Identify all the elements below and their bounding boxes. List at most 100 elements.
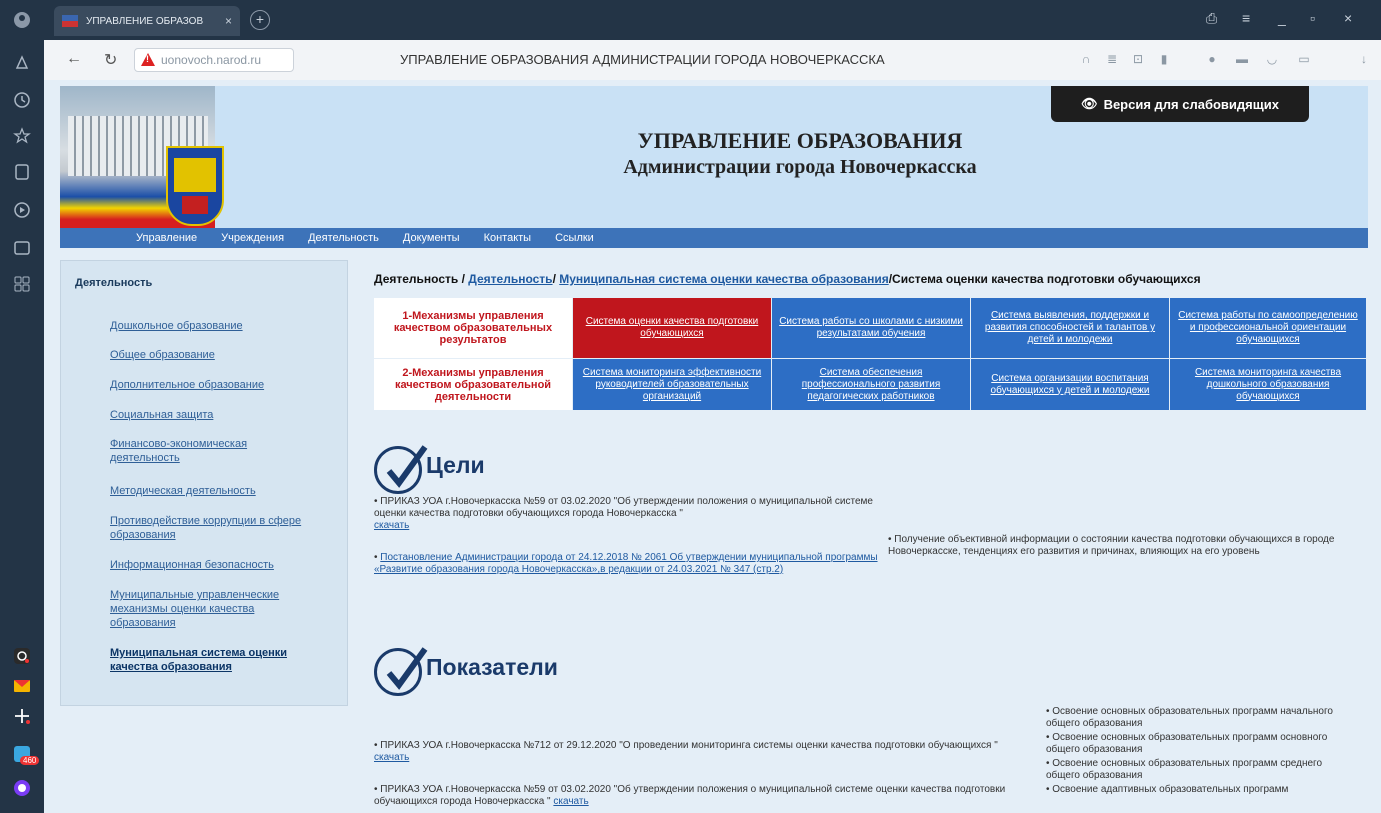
site-header: УПРАВЛЕНИЕ ОБРАЗОВАНИЯ Администрации гор… [60,86,1368,228]
site-favicon-icon [62,15,78,27]
site-title: УПРАВЛЕНИЕ ОБРАЗОВАНИЯ [637,128,963,153]
reload-icon[interactable]: ↻ [104,50,117,70]
indicators-right-4: • Освоение адаптивных образовательных пр… [1046,784,1289,795]
bell-icon[interactable] [10,52,34,76]
row2-label: 2-Механизмы управления качеством образов… [374,359,572,410]
low-vision-label: Версия для слабовидящих [1103,96,1279,112]
new-tab-button[interactable]: + [250,10,270,30]
bookmark-icon[interactable]: ▮ [1156,52,1172,68]
nav-item-institutions[interactable]: Учреждения [221,232,284,244]
breadcrumb-root: Деятельность / [374,272,469,286]
extension-2-icon[interactable]: ▬ [1234,52,1250,68]
sidebar-item-general[interactable]: Общее образование [110,348,330,362]
nav-item-links[interactable]: Ссылки [555,232,594,244]
grid-cell-r1c3[interactable]: Система выявления, поддержки и развития … [971,298,1169,358]
left-panel-heading: Деятельность [75,277,153,289]
main-content: Деятельность / Деятельность/ Муниципальн… [360,260,1368,813]
apps-grid-icon[interactable] [10,272,34,296]
main-nav: Управление Учреждения Деятельность Докум… [60,228,1368,248]
indicators-right-3: • Освоение основных образовательных прог… [1046,758,1323,781]
add-panel-icon[interactable] [10,704,34,728]
profile-icon[interactable] [10,8,34,32]
indicators-item-2-download-link[interactable]: скачать [553,796,588,807]
url-text: uonovoch.narod.ru [161,53,262,67]
grid-cell-r1c1[interactable]: Система оценки качества подготовки обуча… [573,298,771,358]
goals-item-1: • ПРИКАЗ УОА г.Новочеркасска №59 от 03.0… [374,496,894,532]
close-window-icon[interactable]: × [1344,10,1352,26]
sidebar-item-social[interactable]: Социальная защита [110,408,330,422]
bookmark-window-icon[interactable]: ⎙ [1206,10,1217,27]
page-viewport: УПРАВЛЕНИЕ ОБРАЗОВАНИЯ Администрации гор… [44,80,1381,813]
download-icon[interactable]: ↓ [1356,52,1372,68]
indicators-item-1: • ПРИКАЗ УОА г.Новочеркасска №712 от 29.… [374,740,1014,764]
warning-icon[interactable] [141,53,155,67]
breadcrumb-link-msoko[interactable]: Муниципальная система оценки качества об… [559,272,888,286]
sidebar-item-infosec[interactable]: Информационная безопасность [110,558,330,572]
checkmark-icon [374,445,428,494]
goals-item-2-link[interactable]: Постановление Администрации города от 24… [374,552,878,575]
goals-right-text: • Получение объективной информации о сос… [888,534,1335,557]
nav-item-contacts[interactable]: Контакты [484,232,532,244]
checkmark-icon [374,647,428,696]
address-bar-row: ← ↻ uonovoch.narod.ru УПРАВЛЕНИЕ ОБРАЗОВ… [44,40,1381,80]
back-icon[interactable]: ← [66,50,82,68]
row1-label: 1-Механизмы управления качеством образов… [374,298,572,358]
extension-3-icon[interactable]: ◡ [1264,52,1280,68]
nav-item-documents[interactable]: Документы [403,232,460,244]
sidebar-item-msoko[interactable]: Муниципальная система оценки качества об… [110,646,330,674]
grid-cell-r2c2[interactable]: Система обеспечения профессионального ра… [772,359,970,410]
history-icon[interactable] [10,88,34,112]
messenger-icon[interactable]: 460 [10,742,40,766]
indicators-right-1: • Освоение основных образовательных прог… [1046,706,1333,729]
notes-icon[interactable] [10,160,34,184]
sidebar-item-finance[interactable]: Финансово-экономическая деятельность [110,437,300,465]
grid-cell-r1c4[interactable]: Система работы по самоопределению и проф… [1170,298,1366,358]
extension-1-icon[interactable]: ● [1204,52,1220,68]
indicators-item-2: • ПРИКАЗ УОА г.Новочеркасска №59 от 03.0… [374,784,1044,808]
indicators-item-2-text: • ПРИКАЗ УОА г.Новочеркасска №59 от 03.0… [374,784,1006,807]
breadcrumb: Деятельность / Деятельность/ Муниципальн… [374,272,1201,286]
tab-strip: УПРАВЛЕНИЕ ОБРАЗОВ × + ⎙ ≡ _ ▫ × [44,0,1381,40]
browser-sidebar: 460 [0,0,44,813]
grid-cell-r2c1[interactable]: Система мониторинга эффективности руково… [573,359,771,410]
screenshot-icon[interactable] [10,236,34,260]
sidebar-item-anticorruption[interactable]: Противодействие коррупции в сфере образо… [110,514,330,542]
nav-item-activity[interactable]: Деятельность [308,232,379,244]
sidebar-item-mechanisms[interactable]: Муниципальные управленческие механизмы о… [110,588,310,630]
star-icon[interactable] [10,124,34,148]
low-vision-button[interactable]: 👁 Версия для слабовидящих [1051,86,1309,122]
play-icon[interactable] [10,198,34,222]
alice-icon[interactable] [10,776,34,800]
breadcrumb-current: /Система оценки качества подготовки обуч… [888,272,1201,286]
url-field[interactable]: uonovoch.narod.ru [134,48,294,72]
goals-item-1-text: • ПРИКАЗ УОА г.Новочеркасска №59 от 03.0… [374,496,873,519]
goals-item-2: • Постановление Администрации города от … [374,552,878,575]
indicators-item-1-text: • ПРИКАЗ УОА г.Новочеркасска №712 от 29.… [374,740,998,751]
sidebar-item-methodical[interactable]: Методическая деятельность [110,484,330,498]
extension-4-icon[interactable]: ▭ [1296,52,1312,68]
minimize-icon[interactable]: _ [1278,10,1286,26]
breadcrumb-link-activity[interactable]: Деятельность [468,272,552,286]
page-title: УПРАВЛЕНИЕ ОБРАЗОВАНИЯ АДМИНИСТРАЦИИ ГОР… [400,52,885,67]
translate-icon[interactable]: ⊡ [1130,52,1146,68]
tab-close-icon[interactable]: × [225,14,232,28]
nav-item-management[interactable]: Управление [136,232,197,244]
grid-cell-r1c2[interactable]: Система работы со школами с низкими резу… [772,298,970,358]
grid-cell-r2c3[interactable]: Система организации воспитания обучающих… [971,359,1169,410]
indicators-item-1-download-link[interactable]: скачать [374,752,409,763]
maximize-icon[interactable]: ▫ [1310,10,1315,26]
headphones-icon[interactable]: ∩ [1078,52,1094,68]
site-subtitle: Администрации города Новочеркасска [623,156,977,178]
disk-icon[interactable] [10,644,34,668]
reader-icon[interactable]: ≣ [1104,52,1120,68]
mechanisms-grid: 1-Механизмы управления качеством образов… [374,298,1366,410]
goals-title: Цели [426,452,485,478]
goals-item-1-download-link[interactable]: скачать [374,520,409,531]
tab-title: УПРАВЛЕНИЕ ОБРАЗОВ [86,15,204,27]
sidebar-item-additional[interactable]: Дополнительное образование [110,378,330,392]
sidebar-item-preschool[interactable]: Дошкольное образование [110,319,330,333]
mail-icon[interactable] [10,674,34,698]
grid-cell-r2c4[interactable]: Система мониторинга качества дошкольного… [1170,359,1366,410]
menu-icon[interactable]: ≡ [1242,10,1250,26]
browser-tab[interactable]: УПРАВЛЕНИЕ ОБРАЗОВ × [54,6,240,36]
